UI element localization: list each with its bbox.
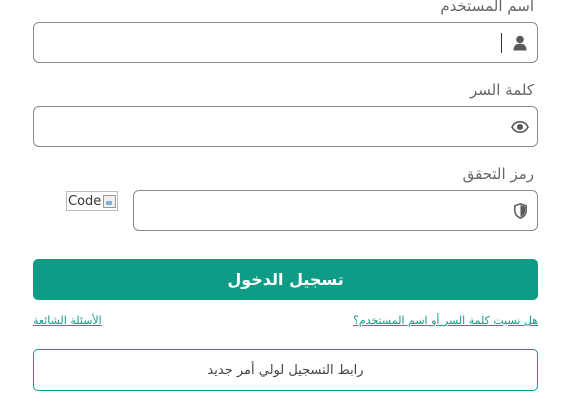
username-field[interactable] [33, 22, 538, 63]
forgot-credentials-link[interactable]: هل نسيت كلمة السر أو اسم المستخدم؟ [353, 314, 538, 327]
broken-image-icon [103, 194, 117, 208]
register-guardian-button[interactable]: رابط التسجيل لولي أمر جديد [33, 349, 538, 391]
captcha-field[interactable] [133, 190, 538, 231]
login-form: اسم المستخدم كلمة السر رمز التحقق Code ت… [0, 0, 572, 401]
login-button[interactable]: تسجيل الدخول [33, 259, 538, 300]
faq-link[interactable]: الأسئلة الشائعة [33, 314, 102, 327]
captcha-label: رمز التحقق [462, 165, 534, 183]
captcha-image-alt: Code [68, 193, 102, 209]
captcha-input[interactable] [144, 191, 503, 230]
eye-icon[interactable] [511, 118, 529, 136]
username-input[interactable] [44, 23, 503, 62]
password-field[interactable] [33, 106, 538, 147]
password-input[interactable] [44, 107, 503, 146]
password-label: كلمة السر [470, 81, 534, 99]
username-label: اسم المستخدم [440, 0, 534, 15]
shield-icon [511, 202, 529, 220]
captcha-image: Code [66, 191, 118, 211]
user-icon [511, 34, 529, 52]
